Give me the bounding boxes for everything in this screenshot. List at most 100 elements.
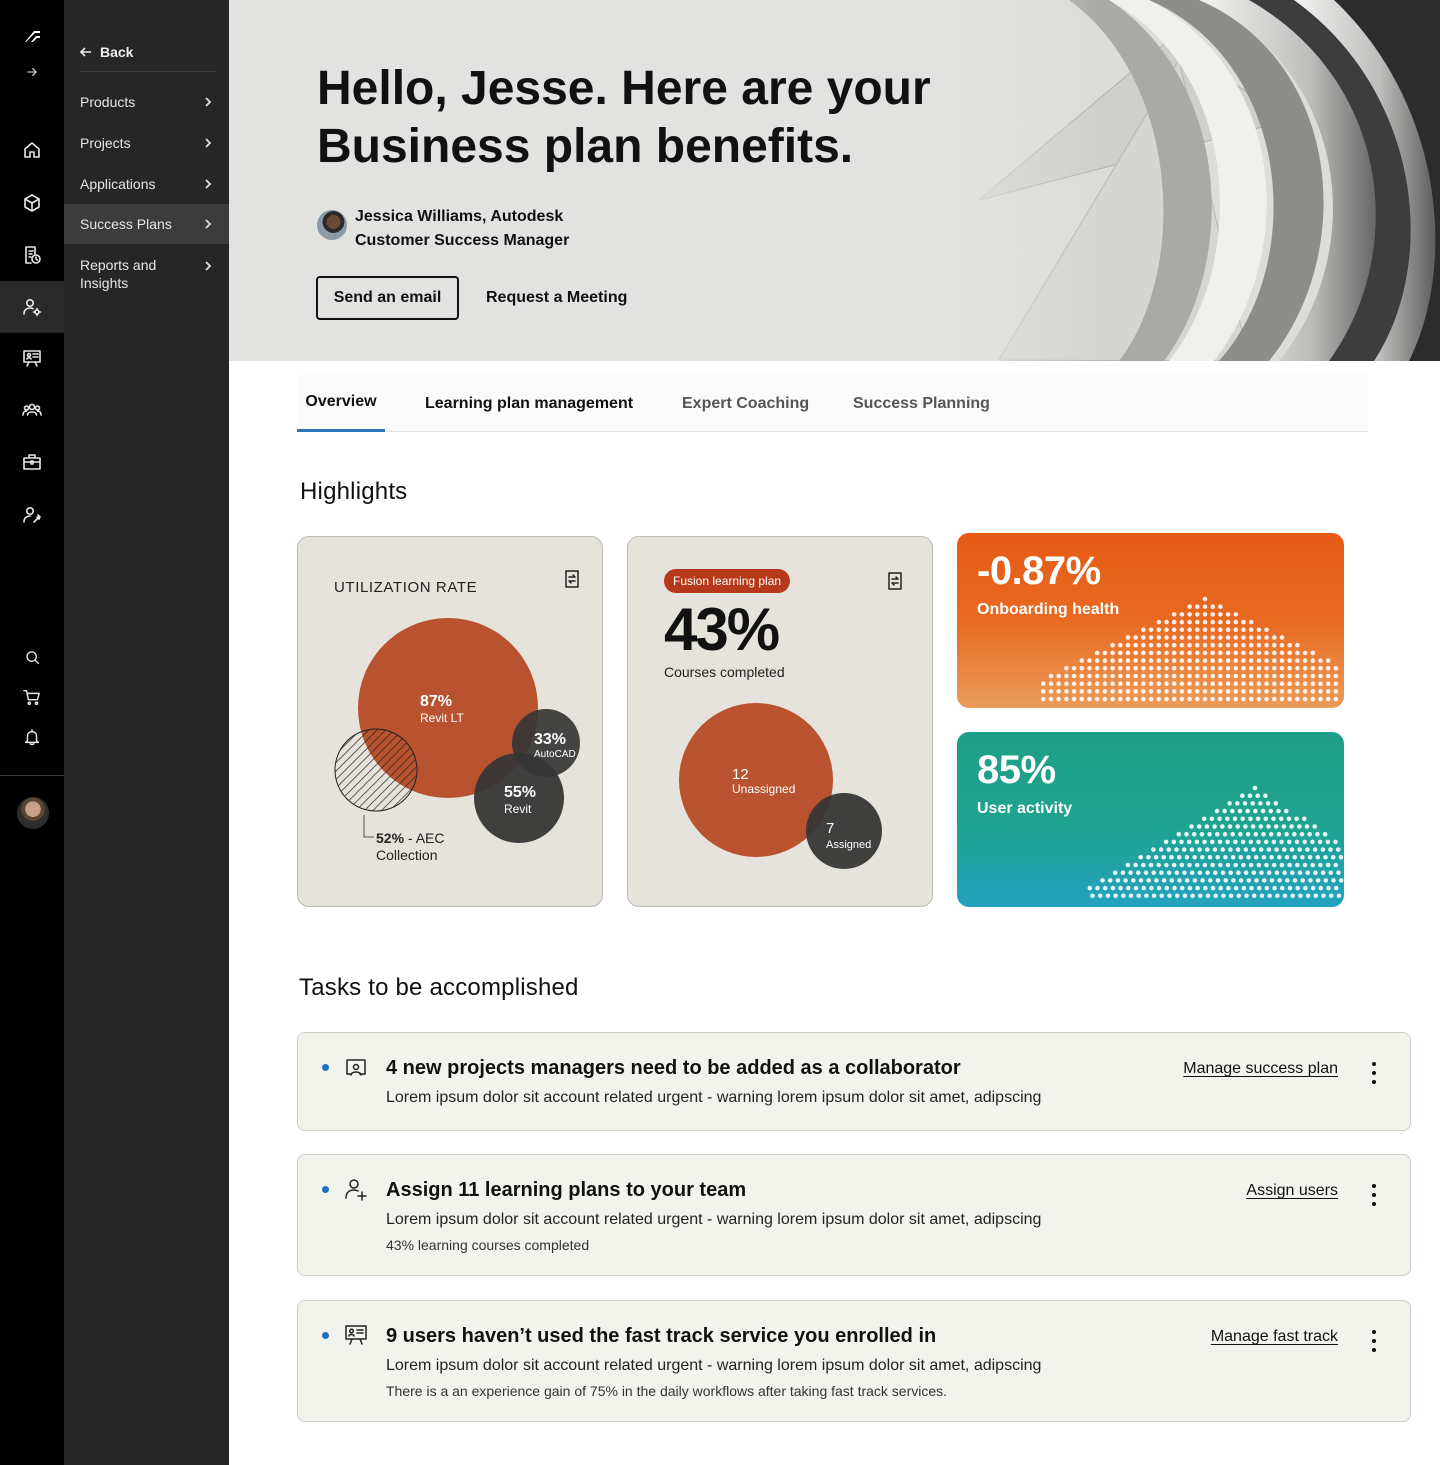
decor-dot [1328,893,1334,899]
decor-dot [1141,658,1146,663]
decor-dot [1230,855,1236,860]
unread-dot [322,1064,329,1071]
decor-dot [1298,893,1303,899]
decor-dot [1261,878,1267,883]
home-icon[interactable] [0,130,64,170]
decor-dot [1094,681,1100,686]
decor-dot [1256,673,1262,679]
presentation-icon[interactable] [0,338,64,378]
decor-dot [1056,681,1061,686]
decor-dot [1212,847,1218,852]
autodesk-logo-icon[interactable] [0,16,64,56]
user-activity-card: 85% User activity [957,732,1344,907]
tab-learning-plan-management[interactable]: Learning plan management [425,375,633,432]
decor-dot [1215,831,1220,837]
panel-item-products[interactable]: Products [64,81,229,122]
aec-value: 52% [376,830,405,846]
decor-dot [1310,650,1316,656]
decor-dot [1210,627,1215,633]
decor-dot [1115,878,1121,883]
decor-dot [1195,673,1200,679]
decor-dot [1071,666,1077,671]
search-icon[interactable] [0,637,64,677]
briefcase-icon[interactable] [0,442,64,482]
more-options-icon[interactable] [1364,1060,1384,1086]
decor-dot [1100,878,1105,883]
highlights-heading: Highlights [300,478,408,505]
decor-dot [1241,666,1246,671]
decor-dot [1195,885,1200,891]
decor-dot [1204,824,1210,829]
decor-dot [1179,673,1185,679]
tab-success-planning[interactable]: Success Planning [853,375,990,432]
decor-dot [1133,635,1138,640]
assign-users-link[interactable]: Assign users [1246,1182,1338,1200]
decor-dot [1164,650,1169,656]
decor-dot [1266,870,1272,875]
decor-dot [1079,689,1085,694]
decor-dot [1102,650,1108,656]
decor-dot [1238,855,1244,860]
tab-overview[interactable]: Overview [297,375,385,432]
decor-dot [1261,855,1267,860]
more-options-icon[interactable] [1364,1328,1384,1354]
decor-dot [1195,681,1200,686]
user-avatar[interactable] [17,797,49,829]
decor-dot [1191,831,1197,837]
send-email-button[interactable]: Send an email [316,276,459,320]
decor-dot [1187,650,1192,656]
title-line-1: Hello, Jesse. Here are your [317,62,931,115]
decor-dot [1149,885,1154,891]
manage-success-plan-link[interactable]: Manage success plan [1183,1060,1338,1078]
decor-dot [1156,681,1162,686]
decor-dot [1256,650,1262,656]
cart-icon[interactable] [0,677,64,717]
decor-dot [1138,878,1144,883]
back-link[interactable]: Back [80,32,216,72]
cube-icon[interactable] [0,183,64,223]
decor-dot [1325,658,1331,663]
decor-dot [1272,689,1277,694]
panel-item-reports[interactable]: Reports and Insights [64,250,229,298]
decor-dot [1187,635,1192,640]
decor-dot [1154,878,1159,883]
decor-dot [1164,642,1169,648]
decor-dot [1202,650,1208,656]
bell-icon[interactable] [0,717,64,757]
page-title: Hello, Jesse. Here are your Business pla… [317,60,977,176]
decor-dot [1217,839,1223,845]
decor-dot [1279,681,1285,686]
request-meeting-button[interactable]: Request a Meeting [486,276,627,320]
user-wrench-icon[interactable] [0,495,64,535]
user-gear-icon[interactable] [0,281,64,333]
decor-dot [1202,635,1208,640]
decor-dot [1097,893,1103,899]
decor-dot [1190,893,1195,899]
decor-dot [1331,878,1336,883]
panel-item-applications[interactable]: Applications [64,163,229,204]
decor-dot [1302,658,1308,663]
panel-item-projects[interactable]: Projects [64,122,229,163]
document-clock-icon[interactable] [0,235,64,275]
expand-arrow-icon[interactable] [0,52,64,92]
decor-dot [1233,627,1239,633]
decor-dot [1156,658,1162,663]
tab-expert-coaching[interactable]: Expert Coaching [682,375,809,432]
manage-fast-track-link[interactable]: Manage fast track [1211,1328,1338,1346]
decor-dot [1171,862,1177,868]
decor-dot [1171,673,1177,679]
decor-dot [1338,855,1344,860]
team-icon[interactable] [0,390,64,430]
decor-dot [1248,666,1254,671]
decor-dot [1248,619,1254,625]
decor-dot [1256,689,1262,694]
decor-dot [1304,824,1310,829]
decor-dot [1259,893,1265,899]
panel-item-success-plans[interactable]: Success Plans [64,204,229,244]
decor-dot [1210,658,1215,663]
decor-dot [1225,673,1231,679]
more-options-icon[interactable] [1364,1182,1384,1208]
decor-dot [1141,627,1146,633]
decor-dot [1210,885,1216,891]
chevron-right-icon [205,261,212,271]
